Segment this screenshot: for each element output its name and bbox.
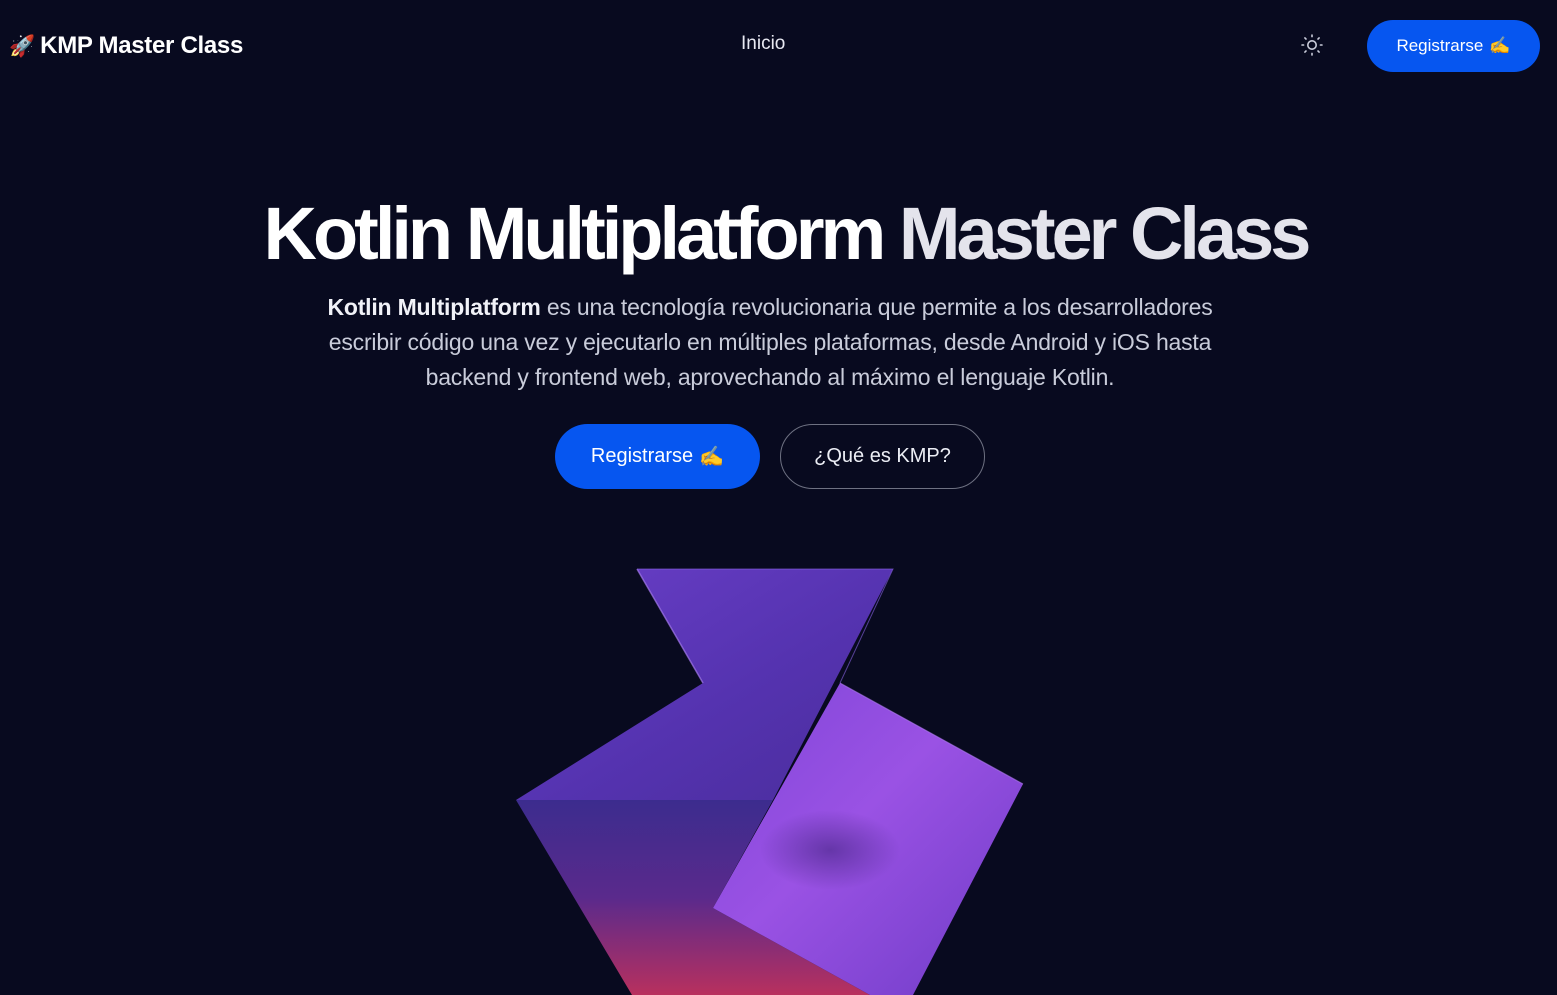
hero-title-secondary: Master Class	[898, 192, 1312, 275]
writing-hand-icon: ✍️	[699, 446, 725, 468]
hero-description-highlight: Kotlin Multiplatform	[327, 294, 541, 320]
brand-logo[interactable]: 🚀 KMP Master Class	[9, 30, 243, 62]
logo-shadow	[760, 810, 900, 890]
header-register-label: Registrarse	[1396, 36, 1484, 55]
what-is-kmp-button[interactable]: ¿Qué es KMP?	[780, 424, 985, 489]
header-register-button[interactable]: Registrarse ✍️	[1367, 20, 1540, 72]
rocket-icon: 🚀	[9, 34, 36, 58]
sun-icon	[1301, 34, 1323, 56]
nav-link-inicio[interactable]: Inicio	[741, 33, 785, 55]
site-header: 🚀 KMP Master Class Inicio Registrarse ✍️	[0, 0, 1557, 92]
brand-name: KMP Master Class	[40, 32, 244, 59]
landing-page: 🚀 KMP Master Class Inicio Registrarse ✍️…	[0, 0, 1557, 995]
hero-title-primary: Kotlin Multiplatform	[263, 192, 887, 275]
hero-register-label: Registrarse	[590, 445, 694, 467]
writing-hand-icon: ✍️	[1489, 36, 1511, 55]
theme-toggle-button[interactable]	[1299, 32, 1325, 58]
hero-description: Kotlin Multiplatform es una tecnología r…	[300, 290, 1240, 395]
what-is-kmp-label: ¿Qué es KMP?	[814, 445, 951, 467]
hero-register-button[interactable]: Registrarse ✍️	[555, 424, 760, 489]
hero-title: Kotlin Multiplatform Master Class	[0, 188, 1557, 280]
kotlin-logo-3d-illustration	[516, 568, 1024, 995]
